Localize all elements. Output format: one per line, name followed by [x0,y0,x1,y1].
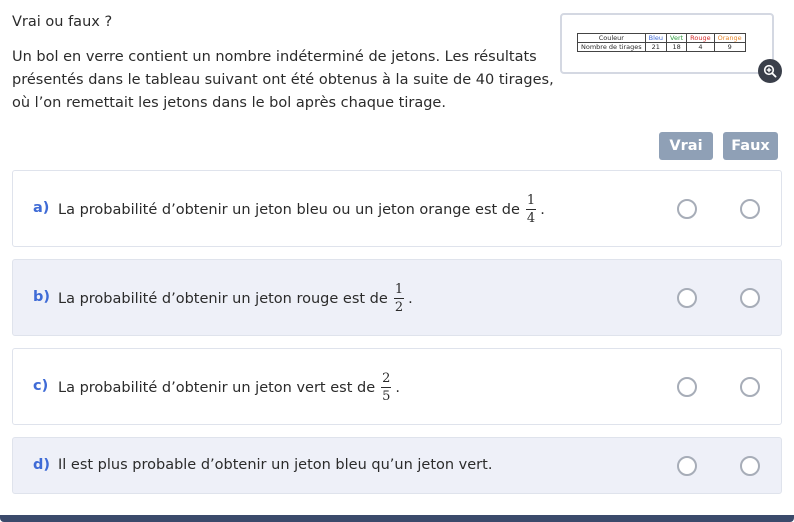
faux-radio-d[interactable] [740,456,760,476]
results-table: Couleur Bleu Vert Rouge Orange Nombre de… [577,33,746,52]
table-cell-rouge: 4 [686,42,715,52]
statement-text: La probabilité d’obtenir un jeton rouge … [58,290,388,307]
table-header-bleu: Bleu [644,33,668,43]
table-header-label: Couleur [577,33,646,43]
statement-row-d: d) Il est plus probable d’obtenir un jet… [12,437,782,494]
fraction: 1 4 [525,193,537,226]
vrai-radio-b[interactable] [677,288,697,308]
statement-end: . [540,201,545,218]
table-cell-bleu: 21 [644,42,668,52]
fraction-numerator: 2 [381,371,392,388]
fraction-numerator: 1 [393,282,405,299]
statement-letter: a) [33,200,50,216]
vrai-header-button[interactable]: Vrai [659,132,713,160]
statement-letter: b) [33,289,51,305]
statement-row-b: b) La probabilité d’obtenir un jeton rou… [12,259,782,336]
statement-end: . [395,379,401,396]
statement-end: . [408,290,413,307]
statement-letter: c) [33,378,49,394]
vrai-radio-a[interactable] [677,199,697,219]
question-stem: Un bol en verre contient un nombre indét… [12,49,554,111]
statement-text: La probabilité d’obtenir un jeton vert e… [58,379,376,396]
faux-radio-b[interactable] [740,288,760,308]
faux-radio-a[interactable] [740,199,760,219]
page-title: Vrai ou faux ? [12,14,113,30]
statement-letter: d) [33,457,51,473]
statement-text: Il est plus probable d’obtenir un jeton … [58,457,493,473]
fraction-numerator: 1 [525,193,537,210]
statement-text: La probabilité d’obtenir un jeton bleu o… [58,201,520,218]
table-header-orange: Orange [713,33,746,43]
zoom-in-icon [763,64,777,78]
zoom-button[interactable] [758,59,782,83]
vrai-radio-d[interactable] [677,456,697,476]
table-thumbnail[interactable]: Couleur Bleu Vert Rouge Orange Nombre de… [560,13,774,74]
fraction-denominator: 2 [394,300,404,315]
fraction-denominator: 5 [382,389,391,404]
statement-row-c: c) La probabilité d’obtenir un jeton ver… [12,348,782,425]
table-cell-vert: 18 [665,42,688,52]
faux-radio-c[interactable] [740,377,760,397]
statement-row-a: a) La probabilité d’obtenir un jeton ble… [12,170,782,247]
fraction: 1 2 [393,282,405,315]
table-cell-orange: 9 [713,42,746,52]
fraction: 2 5 [381,371,392,404]
table-header-vert: Vert [665,33,688,43]
table-row-label: Nombre de tirages [577,42,646,52]
fraction-denominator: 4 [526,211,536,226]
faux-header-button[interactable]: Faux [723,132,778,160]
bottom-bar [0,515,794,522]
vrai-radio-c[interactable] [677,377,697,397]
table-header-rouge: Rouge [686,33,715,43]
